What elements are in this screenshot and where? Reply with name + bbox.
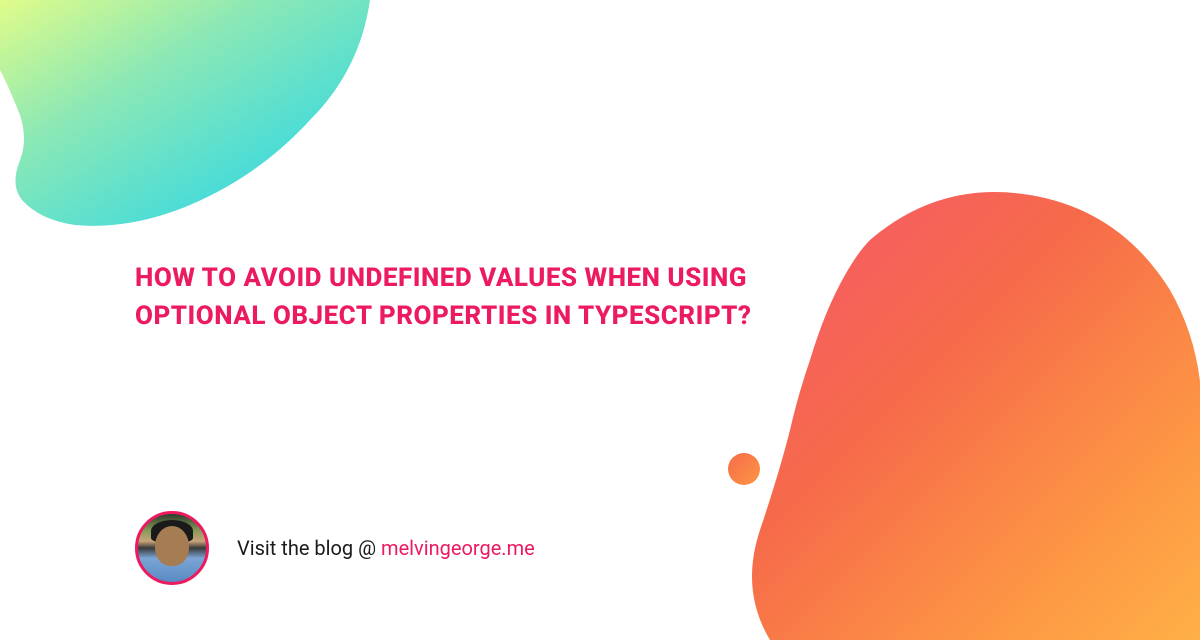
decorative-blob-bottom-right bbox=[650, 160, 1200, 640]
visit-blog-text: Visit the blog @ melvingeorge.me bbox=[237, 536, 535, 560]
avatar bbox=[135, 511, 209, 585]
page-title: HOW TO AVOID UNDEFINED VALUES WHEN USING… bbox=[135, 260, 855, 335]
decorative-dot bbox=[728, 453, 760, 485]
footer: Visit the blog @ melvingeorge.me bbox=[135, 511, 535, 585]
decorative-blob-top-left bbox=[0, 0, 370, 280]
blog-link[interactable]: melvingeorge.me bbox=[381, 536, 535, 560]
visit-prefix: Visit the blog @ bbox=[237, 536, 381, 560]
